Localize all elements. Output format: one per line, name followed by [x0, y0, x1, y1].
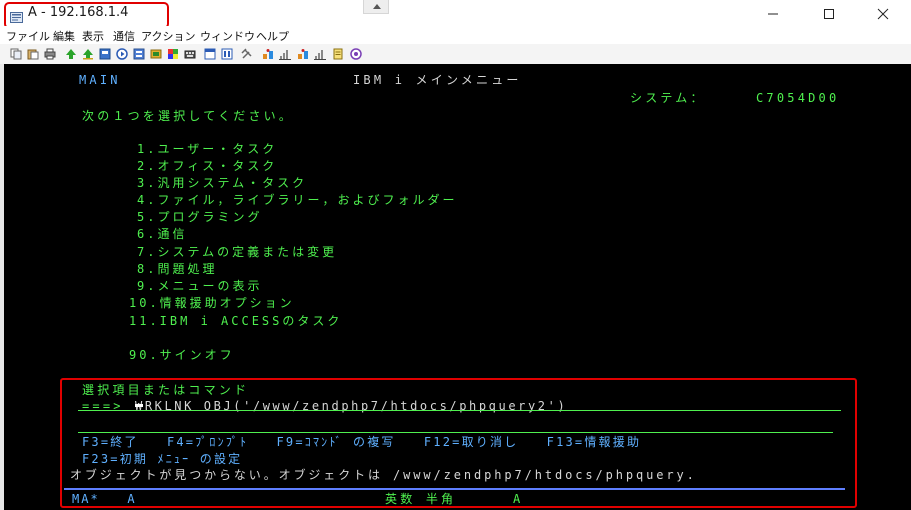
menu-option-2: 2.オフィス・タスク	[137, 159, 278, 173]
chevron-up-icon	[373, 4, 381, 9]
menu-option-11: 11.IBM i ACCESSのタスク	[129, 314, 343, 328]
menu-option-4: 4.ファイル，ライブラリー，およびフォルダー	[137, 193, 458, 207]
menu-option-10: 10.情報援助オプション	[129, 296, 295, 310]
collapse-toolbar-button[interactable]	[363, 0, 389, 14]
minimize-button[interactable]	[750, 0, 796, 26]
menu-communication[interactable]: 通信	[113, 28, 135, 44]
maximize-button[interactable]	[806, 0, 852, 26]
screen-title: IBM i メインメニュー	[353, 73, 522, 87]
system-label: システム：	[630, 91, 706, 105]
menu-action[interactable]: アクション	[141, 28, 195, 44]
system-name: C7054D00	[756, 91, 840, 105]
menu-id: MAIN	[79, 73, 121, 87]
menu-option-8: 8.問題処理	[137, 262, 218, 276]
menu-option-5: 5.プログラミング	[137, 210, 263, 224]
menu-option-3: 3.汎用システム・タスク	[137, 176, 308, 190]
menu-option-signoff: 90.サインオフ	[129, 348, 235, 362]
close-icon	[877, 8, 889, 20]
transfer-download-icon[interactable]	[297, 48, 309, 60]
window-icon[interactable]	[204, 48, 216, 60]
menu-help[interactable]: ヘルプ	[256, 28, 289, 44]
keyboard-icon[interactable]	[184, 48, 196, 60]
document-icon[interactable]	[332, 48, 344, 60]
maximize-icon	[824, 9, 834, 19]
print-icon[interactable]	[44, 48, 56, 60]
menu-option-7: 7.システムの定義または変更	[137, 245, 338, 259]
menu-file[interactable]: ファイル	[6, 28, 50, 44]
close-button[interactable]	[860, 0, 906, 26]
menu-edit[interactable]: 編集	[53, 28, 75, 44]
color-icon[interactable]	[167, 48, 179, 60]
menu-option-1: 1.ユーザー・タスク	[137, 142, 278, 156]
command-area-highlight	[60, 378, 857, 508]
minimize-icon	[768, 13, 778, 15]
settings-icon[interactable]	[133, 48, 145, 60]
toolbar	[0, 44, 911, 65]
menu-window[interactable]: ウィンドウ	[200, 28, 255, 44]
chart-icon[interactable]	[279, 48, 291, 60]
copy-icon[interactable]	[10, 48, 22, 60]
paste-icon[interactable]	[27, 48, 39, 60]
receive-icon[interactable]	[82, 48, 94, 60]
menu-option-9: 9.メニューの表示	[137, 279, 263, 293]
send-icon[interactable]	[65, 48, 77, 60]
menu-option-6: 6.通信	[137, 227, 188, 241]
menu-view[interactable]: 表示	[82, 28, 104, 44]
transfer-icon[interactable]	[262, 48, 274, 60]
prompt-text: 次の１つを選択してください。	[82, 109, 295, 123]
support-icon[interactable]	[350, 48, 362, 60]
title-bar: A - 192.168.1.4	[0, 0, 911, 29]
bar-chart-icon[interactable]	[314, 48, 326, 60]
menu-bar: ファイル 編集 表示 通信 アクション ウィンドウ ヘルプ	[0, 26, 911, 44]
record-icon[interactable]	[99, 48, 111, 60]
display-icon[interactable]	[221, 48, 233, 60]
macro-icon[interactable]	[150, 48, 162, 60]
tools-icon[interactable]	[241, 48, 253, 60]
play-icon[interactable]	[116, 48, 128, 60]
title-highlight-box	[4, 2, 169, 29]
